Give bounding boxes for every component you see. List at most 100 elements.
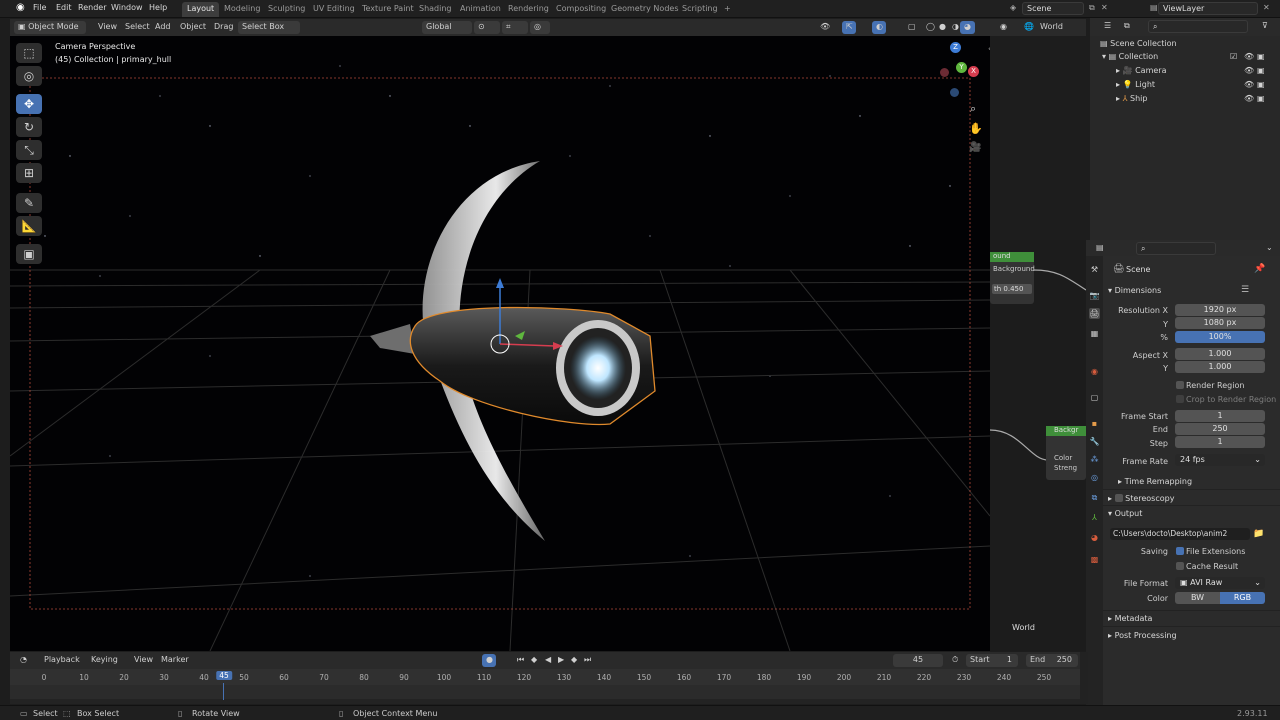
- eye-icon[interactable]: 👁: [1244, 92, 1254, 105]
- outliner-row-camera[interactable]: ▸ 🎥 Camera 👁 ▣: [1090, 64, 1280, 77]
- frame-rate-dropdown[interactable]: 24 fps ⌄: [1175, 454, 1265, 466]
- outliner-editor-icon[interactable]: ☰: [1100, 20, 1115, 33]
- camera-restrict-icon[interactable]: ▣: [1257, 92, 1265, 105]
- gizmo-z-arrow[interactable]: [496, 278, 504, 288]
- crop-region-checkbox[interactable]: [1176, 395, 1184, 403]
- playback-menu[interactable]: Playback: [40, 654, 84, 667]
- gizmo-toggle-icon[interactable]: ⇱: [842, 21, 856, 34]
- resolution-percent-field[interactable]: 100%: [1175, 331, 1265, 343]
- frame-step-field[interactable]: 1: [1175, 436, 1265, 448]
- modifier-tab-icon[interactable]: 🔧: [1089, 436, 1100, 447]
- navigation-gizmo[interactable]: Z X Y: [928, 42, 984, 98]
- filter-icon[interactable]: ⊽: [1258, 20, 1272, 33]
- gizmo-y-ball[interactable]: Y: [956, 62, 967, 73]
- menu-edit[interactable]: Edit: [56, 3, 72, 12]
- time-remapping-section[interactable]: ▸ Time Remapping: [1118, 477, 1192, 486]
- eye-icon[interactable]: 👁: [1244, 78, 1254, 91]
- constraint-tab-icon[interactable]: ⧉: [1089, 492, 1100, 503]
- transform-tool-icon[interactable]: ⊞: [16, 163, 42, 183]
- xray-icon[interactable]: ▢: [904, 21, 920, 34]
- overlay-toggle-icon[interactable]: ◐: [872, 21, 886, 34]
- menu-help[interactable]: Help: [149, 3, 167, 12]
- data-tab-icon[interactable]: ⅄: [1089, 512, 1100, 523]
- copy-icon[interactable]: ⧉: [1089, 3, 1095, 13]
- scene-selector[interactable]: Scene: [1022, 2, 1084, 15]
- outliner-row-scene-collection[interactable]: ▤ Scene Collection: [1090, 37, 1280, 50]
- tab-sculpting[interactable]: Sculpting: [263, 2, 310, 17]
- gizmo-x-ball[interactable]: X: [968, 66, 979, 77]
- resolution-y-field[interactable]: 1080 px: [1175, 317, 1265, 329]
- output-path-field[interactable]: C:\Users\docto\Desktop\anim2: [1110, 528, 1250, 540]
- presets-icon[interactable]: ☰: [1241, 285, 1249, 295]
- playhead-frame-label[interactable]: 45: [216, 671, 232, 680]
- camera-restrict-icon[interactable]: ▣: [1257, 50, 1265, 63]
- select-tool-icon[interactable]: ⬚: [16, 43, 42, 63]
- outliner-filter-icon[interactable]: ⧉: [1120, 20, 1134, 33]
- outliner-row-collection[interactable]: ▾ ▤ Collection ☑ 👁 ▣: [1090, 50, 1280, 63]
- camera-view-icon[interactable]: 🎥: [969, 142, 981, 153]
- measure-tool-icon[interactable]: 📐: [16, 216, 42, 236]
- editor-type-icon[interactable]: ◉: [996, 21, 1011, 34]
- properties-editor-icon[interactable]: ▤: [1092, 242, 1108, 255]
- close-icon[interactable]: ✕: [1101, 3, 1108, 12]
- view-layer-tab-icon[interactable]: ▦: [1089, 328, 1100, 339]
- object-menu[interactable]: Object: [176, 21, 210, 34]
- dimensions-section[interactable]: ▾ Dimensions: [1108, 286, 1161, 295]
- stopwatch-icon[interactable]: ⏱: [948, 654, 962, 667]
- particles-tab-icon[interactable]: ⁂: [1089, 454, 1100, 465]
- viewlayer-selector[interactable]: ViewLayer: [1158, 2, 1258, 15]
- view-menu[interactable]: View: [94, 21, 121, 34]
- gizmo-z-ball[interactable]: Z: [950, 42, 961, 53]
- add-cube-tool-icon[interactable]: ▣: [16, 244, 42, 264]
- tab-shading[interactable]: Shading: [414, 2, 457, 17]
- aspect-x-field[interactable]: 1.000: [1175, 348, 1265, 360]
- marker-menu[interactable]: Marker: [157, 654, 193, 667]
- record-icon[interactable]: ●: [482, 654, 496, 667]
- node-background-2[interactable]: Backgr Color Streng: [1046, 426, 1086, 480]
- select-menu[interactable]: Select: [121, 21, 154, 34]
- render-tab-icon[interactable]: 📷: [1089, 290, 1100, 301]
- tool-tab-icon[interactable]: ⚒: [1089, 264, 1100, 275]
- drag-dropdown[interactable]: Select Box: [238, 21, 300, 34]
- stereoscopy-checkbox[interactable]: [1114, 494, 1123, 502]
- add-workspace-button[interactable]: +: [719, 2, 736, 17]
- menu-window[interactable]: Window: [111, 3, 143, 12]
- color-rgb-button[interactable]: RGB: [1220, 592, 1265, 604]
- outliner-search-input[interactable]: ⌕: [1148, 20, 1248, 33]
- tab-uv-editing[interactable]: UV Editing: [308, 2, 360, 17]
- rendered-shading-icon[interactable]: ◕: [960, 21, 975, 34]
- scale-tool-icon[interactable]: ⤡: [16, 140, 42, 160]
- file-format-dropdown[interactable]: ▣ AVI Raw ⌄: [1175, 577, 1265, 589]
- jump-end-icon[interactable]: ⏭: [580, 654, 595, 667]
- tab-modeling[interactable]: Modeling: [219, 2, 265, 17]
- pin-icon[interactable]: 📌: [1254, 264, 1265, 274]
- world-dropdown[interactable]: World: [1036, 21, 1067, 34]
- chevron-down-icon[interactable]: ⌄: [1262, 242, 1277, 255]
- zoom-icon[interactable]: ⌕: [970, 102, 976, 116]
- add-menu[interactable]: Add: [151, 21, 175, 34]
- pan-hand-icon[interactable]: ✋: [969, 122, 983, 135]
- scene-tab-icon[interactable]: ◉: [1089, 366, 1100, 377]
- menu-render[interactable]: Render: [78, 3, 106, 12]
- metadata-section[interactable]: ▸ Metadata: [1108, 614, 1152, 623]
- node-editor-area[interactable]: ound Background th 0.450 Backgr Color St…: [990, 240, 1086, 651]
- prev-keyframe-icon[interactable]: ◆: [527, 654, 541, 667]
- camera-restrict-icon[interactable]: ▣: [1257, 78, 1265, 91]
- collection-tab-icon[interactable]: ▢: [1089, 392, 1100, 403]
- gizmo-neg-z-ball[interactable]: [950, 88, 959, 97]
- outliner-row-light[interactable]: ▸ 💡 Light 👁 ▣: [1090, 78, 1280, 91]
- start-frame-field[interactable]: Start 1: [966, 654, 1018, 667]
- current-frame-field[interactable]: 45: [893, 654, 943, 667]
- visibility-icon[interactable]: 👁: [816, 21, 834, 34]
- blender-logo-icon[interactable]: ◉: [16, 2, 25, 13]
- view-menu[interactable]: View: [130, 654, 157, 667]
- cursor-tool-icon[interactable]: ◎: [16, 66, 42, 86]
- jump-start-icon[interactable]: ⏮: [513, 654, 528, 667]
- aspect-y-field[interactable]: 1.000: [1175, 361, 1265, 373]
- folder-icon[interactable]: 📁: [1253, 529, 1264, 539]
- tab-geometry-nodes[interactable]: Geometry Nodes: [606, 2, 683, 17]
- 3d-viewport[interactable]: Camera Perspective (45) Collection | pri…: [10, 36, 990, 651]
- tab-animation[interactable]: Animation: [455, 2, 506, 17]
- orientation-dropdown[interactable]: Global: [422, 21, 472, 34]
- material-tab-icon[interactable]: ◕: [1089, 532, 1100, 543]
